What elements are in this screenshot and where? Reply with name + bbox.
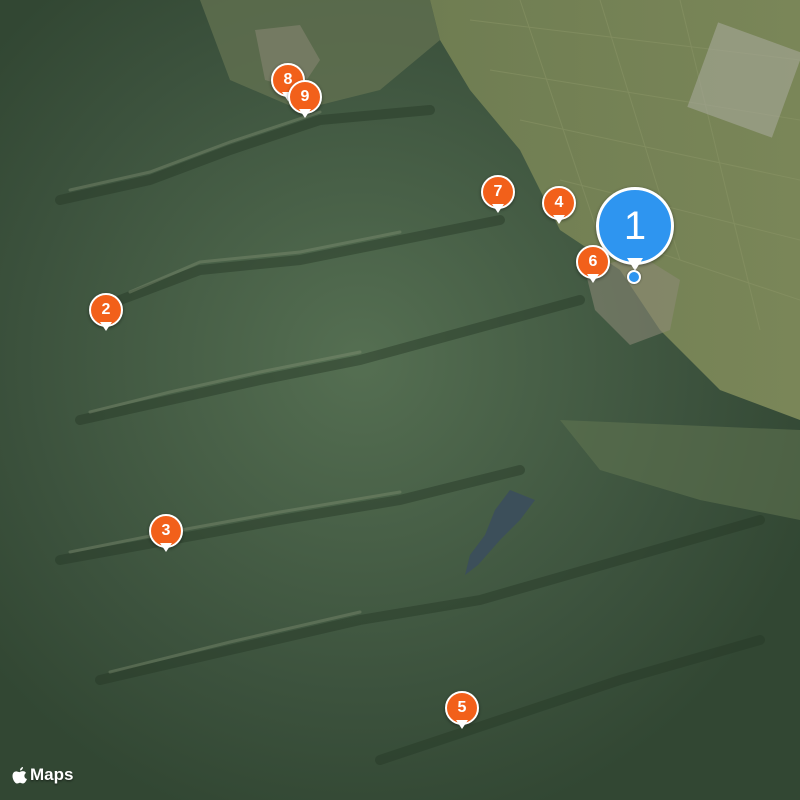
pin-pointer [492,204,504,213]
satellite-terrain [0,0,800,800]
map-pin-9[interactable]: 9 [288,80,322,122]
map-pin-5[interactable]: 5 [445,691,479,733]
map-pin-7[interactable]: 7 [481,175,515,217]
pin-pointer [299,109,311,118]
pin-pointer [160,543,172,552]
maps-attribution: Maps [12,765,73,785]
map-pin-3[interactable]: 3 [149,514,183,556]
map-pin-4[interactable]: 4 [542,186,576,228]
map-pin-6[interactable]: 6 [576,245,610,287]
pin-pointer [456,720,468,729]
pin-pointer [100,322,112,331]
pin-pointer [553,215,565,224]
map-pin-2[interactable]: 2 [89,293,123,335]
satellite-map[interactable]: 1 2 3 4 5 6 7 8 9 Maps [0,0,800,800]
location-dot [627,270,641,284]
pin-pointer [587,274,599,283]
apple-logo-icon [12,767,27,784]
attribution-text: Maps [30,765,74,784]
pin-pointer [627,258,643,271]
